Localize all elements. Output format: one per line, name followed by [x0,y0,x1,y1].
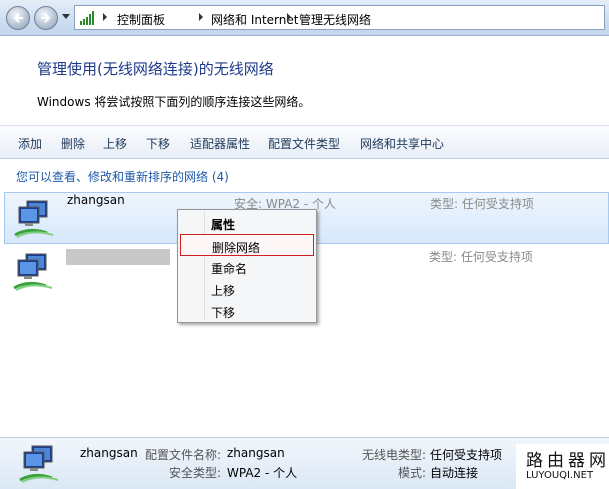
breadcrumb-manage-wireless[interactable]: 管理无线网络 [299,11,371,28]
breadcrumb-network-internet[interactable]: 网络和 Internet [211,11,298,28]
redacted-network-name [66,249,170,265]
breadcrumb-control-panel[interactable]: 控制面板 [117,11,165,28]
breadcrumb-separator-icon [287,13,291,21]
details-security-label: 安全类型: [169,466,222,480]
wireless-network-icon [19,445,59,483]
details-profile-label: 配置文件名称: [145,448,222,462]
page-title: 管理使用(无线网络连接)的无线网络 [37,60,274,78]
watermark-url: LUYOUQI.NET [526,470,594,481]
details-radio-label: 无线电类型: [362,448,427,462]
wireless-network-icon [14,200,54,238]
network-type: 类型: 任何受支持项 [430,197,534,211]
profile-type-button[interactable]: 配置文件类型 [268,135,340,152]
remove-button[interactable]: 删除 [61,135,85,152]
network-signal-icon [80,11,94,25]
breadcrumb-separator-icon [103,13,107,21]
details-network-name: zhangsan [80,446,138,460]
menu-item-move-down[interactable]: 下移 [180,300,314,322]
forward-arrow-icon [41,13,51,23]
details-security-value: WPA2 - 个人 [227,466,298,480]
history-dropdown-icon[interactable] [62,14,70,20]
address-bar: 控制面板 网络和 Internet 管理无线网络 [0,0,609,36]
add-button[interactable]: 添加 [18,135,42,152]
forward-button[interactable] [34,6,58,30]
watermark: 路由器网 LUYOUQI.NET [516,444,609,489]
details-mode-label: 模式: [398,466,427,480]
menu-item-properties[interactable]: 属性 [180,212,314,234]
move-up-button[interactable]: 上移 [103,135,127,152]
menu-item-delete-network[interactable]: 删除网络 [180,234,314,256]
move-down-button[interactable]: 下移 [146,135,170,152]
page-description: Windows 将尝试按照下面列的顺序连接这些网络。 [37,95,311,109]
context-menu: 属性 删除网络 重命名 上移 下移 [177,209,317,323]
details-mode-value: 自动连接 [430,466,479,480]
networks-section-label: 您可以查看、修改和重新排序的网络 (4) [16,170,229,184]
back-button[interactable] [6,6,30,30]
address-field[interactable]: 控制面板 网络和 Internet 管理无线网络 [74,5,605,30]
network-type: 类型: 任何受支持项 [429,250,533,264]
adapter-properties-button[interactable]: 适配器属性 [190,135,250,152]
details-profile-value: zhangsan [227,446,285,460]
network-name: zhangsan [67,193,125,207]
wireless-network-icon [13,253,53,291]
network-sharing-center-button[interactable]: 网络和共享中心 [360,135,444,152]
watermark-title: 路由器网 [526,451,609,471]
menu-item-move-up[interactable]: 上移 [180,278,314,300]
breadcrumb-separator-icon [199,13,203,21]
command-toolbar: 添加 删除 上移 下移 适配器属性 配置文件类型 网络和共享中心 [0,125,609,159]
menu-item-rename[interactable]: 重命名 [180,256,314,278]
details-radio-value: 任何受支持项 [430,448,503,462]
back-arrow-icon [13,13,23,23]
